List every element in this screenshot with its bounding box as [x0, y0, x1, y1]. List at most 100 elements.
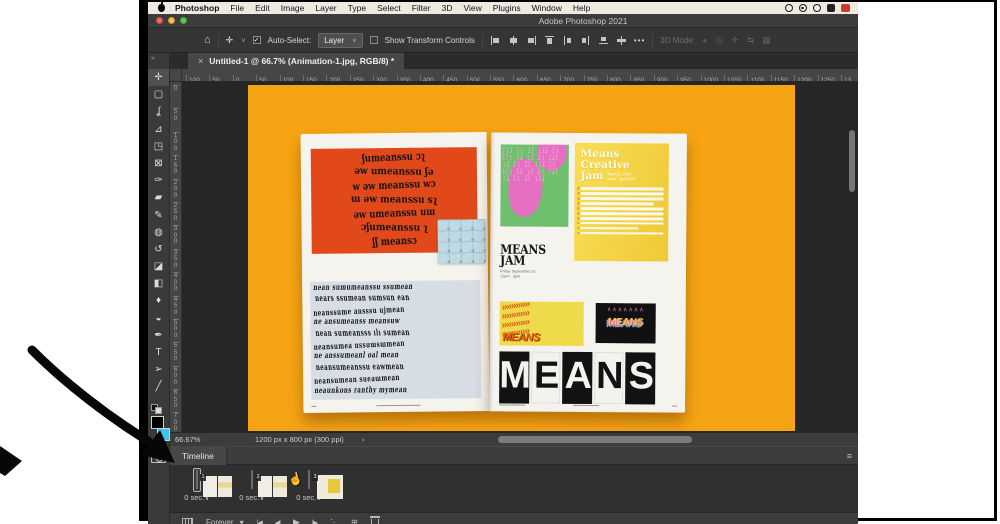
- ruler-tick-label: 500: [466, 75, 490, 81]
- chevron-down-icon[interactable]: ∨: [241, 37, 245, 44]
- auto-select-target-dropdown[interactable]: Layer ∨: [318, 32, 363, 48]
- frame-tool[interactable]: ⊠: [148, 155, 169, 172]
- menu-item[interactable]: 3D: [442, 3, 453, 13]
- horizontal-scrollbar[interactable]: [498, 436, 692, 443]
- clone-stamp-tool[interactable]: ◍: [148, 224, 169, 241]
- document-canvas[interactable]: ʃumeanssu ɔʅ əw umeanssu ʃə w əw meanssu w…: [248, 85, 795, 431]
- frame-thumbnail[interactable]: 3 ☝: [287, 470, 319, 489]
- tween-button[interactable]: ⋱: [330, 518, 338, 524]
- background-color-swatch[interactable]: [157, 427, 170, 441]
- 3d-scale-icon[interactable]: ▦: [762, 35, 771, 46]
- menu-item[interactable]: Help: [573, 3, 590, 13]
- distribute-center-icon[interactable]: [580, 35, 591, 46]
- menu-item[interactable]: Filter: [412, 3, 431, 13]
- foreground-color-swatch[interactable]: [151, 415, 164, 429]
- close-window-button[interactable]: [156, 17, 163, 24]
- magazine-left-page: ʃumeanssu ɔʅ əw umeanssu ʃə w əw meanssu w…: [300, 132, 490, 413]
- align-top-icon[interactable]: [544, 35, 555, 46]
- creative-cloud-icon[interactable]: [799, 4, 807, 12]
- animation-frame-2[interactable]: 2 0 sec.∨: [227, 468, 277, 502]
- minimize-window-button[interactable]: [168, 17, 175, 24]
- move-tool-icon[interactable]: ✛: [226, 35, 235, 46]
- menu-item[interactable]: Layer: [315, 3, 336, 13]
- 3d-slide-icon[interactable]: ⇆: [747, 35, 755, 46]
- quick-mask-icon[interactable]: [151, 451, 166, 463]
- pen-tool[interactable]: ✒: [148, 327, 169, 344]
- distribute-middle-icon[interactable]: [616, 35, 627, 46]
- info-icon[interactable]: [813, 4, 821, 12]
- menu-item[interactable]: Type: [348, 3, 366, 13]
- pasteboard[interactable]: ʃumeanssu ɔʅ əw umeanssu ʃə w əw meanssu w…: [182, 82, 858, 432]
- gradient-tool[interactable]: ◧: [148, 275, 169, 292]
- animation-frame-1[interactable]: 1 0 sec.∨: [172, 468, 222, 502]
- notification-badge[interactable]: [841, 4, 850, 12]
- 3d-roll-icon[interactable]: ◎: [715, 35, 723, 46]
- menu-item[interactable]: Select: [377, 3, 401, 13]
- line-tool[interactable]: ╱: [148, 378, 169, 395]
- next-frame-button[interactable]: |▶: [312, 519, 318, 524]
- previous-frame-button[interactable]: ◀|: [275, 519, 281, 524]
- show-transform-checkbox[interactable]: [369, 36, 378, 44]
- 3d-pan-icon[interactable]: ✛: [731, 35, 739, 46]
- healing-brush-tool[interactable]: ▰: [148, 189, 169, 206]
- record-icon[interactable]: [785, 4, 793, 12]
- page-footer: [376, 404, 421, 407]
- distribute-left-icon[interactable]: [562, 35, 573, 46]
- type-tool[interactable]: T: [148, 344, 169, 361]
- ruler-tick-label: 200: [326, 75, 349, 81]
- frame-thumbnail[interactable]: 2: [251, 470, 262, 489]
- new-frame-button[interactable]: ⊞: [351, 518, 358, 524]
- expand-panel-icon[interactable]: »: [148, 53, 169, 69]
- auto-select-checkbox[interactable]: ✓: [252, 36, 261, 44]
- status-chevron-icon[interactable]: ›: [362, 435, 365, 444]
- ruler-tick-label: 1250: [817, 75, 841, 81]
- brush-tool[interactable]: ✎: [148, 207, 169, 224]
- ruler-tick-label: 450: [172, 295, 179, 319]
- menu-item[interactable]: File: [230, 3, 244, 13]
- loop-options-dropdown[interactable]: Forever ▾: [206, 518, 244, 524]
- align-right-icon[interactable]: [526, 35, 537, 46]
- menu-item[interactable]: Image: [281, 3, 305, 13]
- zigzag-pattern: ∧∧∧∧∧∧∧: [606, 307, 645, 314]
- menu-item[interactable]: Edit: [255, 3, 270, 13]
- eyedropper-tool[interactable]: ✑: [148, 172, 169, 189]
- 3d-orbit-icon[interactable]: ◕: [702, 35, 707, 46]
- object-selection-tool[interactable]: ⊿: [148, 121, 169, 138]
- play-button[interactable]: ▶: [293, 517, 300, 524]
- app-menu[interactable]: Photoshop: [175, 3, 219, 13]
- document-tab[interactable]: × Untitled-1 @ 66.7% (Animation-1.jpg, R…: [188, 53, 405, 69]
- delete-frame-button[interactable]: [369, 516, 380, 524]
- zoom-level[interactable]: 66.67%: [175, 435, 235, 444]
- align-center-icon[interactable]: [508, 35, 519, 46]
- eraser-tool[interactable]: ◪: [148, 258, 169, 275]
- blur-tool[interactable]: ♦: [148, 292, 169, 309]
- apple-icon[interactable]: [158, 2, 165, 12]
- menu-item[interactable]: Window: [532, 3, 562, 13]
- more-options-icon[interactable]: •••: [634, 36, 645, 45]
- first-frame-button[interactable]: |◀: [257, 519, 263, 524]
- convert-to-video-icon[interactable]: [182, 518, 193, 524]
- ruler-tick-label: 1050: [723, 75, 747, 81]
- vertical-scrollbar[interactable]: [849, 130, 855, 192]
- panel-menu-icon[interactable]: ≡: [847, 451, 852, 461]
- zoom-window-button[interactable]: [180, 17, 187, 24]
- path-selection-tool[interactable]: ➢: [148, 361, 169, 378]
- marquee-tool[interactable]: ▢: [148, 86, 169, 103]
- close-icon[interactable]: ×: [198, 56, 203, 66]
- page-footer: [499, 403, 526, 406]
- move-tool[interactable]: ✛: [148, 69, 169, 87]
- dodge-tool[interactable]: ◒: [148, 310, 169, 327]
- crop-tool[interactable]: ◳: [148, 138, 169, 155]
- lasso-tool[interactable]: ʆ: [148, 103, 169, 120]
- evernote-icon[interactable]: [827, 4, 835, 12]
- timeline-tab[interactable]: Timeline: [170, 446, 227, 465]
- menu-item[interactable]: View: [463, 3, 481, 13]
- history-brush-tool[interactable]: ↺: [148, 241, 169, 258]
- frame-thumbnail[interactable]: 1: [196, 470, 207, 489]
- animation-frame-3[interactable]: 3 ☝ 0 sec.∨: [284, 468, 334, 502]
- show-transform-label: Show Transform Controls: [384, 35, 475, 45]
- distribute-bottom-icon[interactable]: [598, 35, 609, 46]
- home-icon[interactable]: ⌂: [204, 34, 211, 46]
- menu-item[interactable]: Plugins: [493, 3, 521, 13]
- align-left-icon[interactable]: [490, 35, 501, 46]
